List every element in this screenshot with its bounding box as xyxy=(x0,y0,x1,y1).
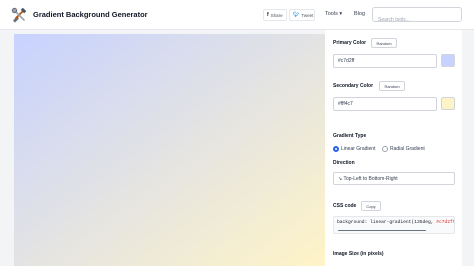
nav-tools-label: Tools xyxy=(325,11,338,17)
secondary-random-button[interactable]: Random xyxy=(379,81,405,91)
settings-panel: Primary Color Random #c7d2ff Secondary C… xyxy=(325,30,462,266)
gradient-preview xyxy=(14,34,325,266)
primary-color-label: Primary Color xyxy=(333,40,367,46)
app-title: Gradient Background Generator xyxy=(33,10,148,19)
secondary-color-swatch[interactable] xyxy=(441,97,455,110)
primary-color-swatch[interactable] xyxy=(441,54,455,67)
primary-color-input[interactable]: #c7d2ff xyxy=(333,54,437,68)
search-box xyxy=(372,7,462,27)
tweet-button[interactable]: 🐦︎ Tweet xyxy=(289,9,315,21)
twitter-icon: 🐦︎ xyxy=(293,12,300,18)
code-hex: #c7d2ff xyxy=(436,220,455,225)
share-label: Share xyxy=(270,12,283,18)
radio-unchecked-icon xyxy=(382,146,388,152)
primary-random-button[interactable]: Random xyxy=(371,38,397,48)
radio-linear-label: Linear Gradient xyxy=(341,146,376,152)
code-scrollbar[interactable] xyxy=(338,229,426,231)
secondary-color-input[interactable]: #fff4c7 xyxy=(333,97,437,111)
nav-blog-link[interactable]: Blog xyxy=(354,11,365,17)
gradient-type-label: Gradient Type xyxy=(333,133,367,139)
direction-select[interactable]: ↘ Top-Left to Bottom-Right xyxy=(333,172,455,185)
secondary-color-label: Secondary Color xyxy=(333,83,374,89)
radio-checked-icon xyxy=(333,146,339,152)
radio-radial-label: Radial Gradient xyxy=(390,146,425,152)
tools-logo-icon xyxy=(11,7,26,23)
copy-button[interactable]: Copy xyxy=(361,201,381,211)
top-bar: Gradient Background Generator f Share 🐦︎… xyxy=(0,0,474,30)
nav-tools-menu[interactable]: Tools ▾ xyxy=(325,11,342,17)
direction-label: Direction xyxy=(333,160,355,166)
share-button[interactable]: f Share xyxy=(263,9,287,21)
css-code-block[interactable]: background: linear-gradient(135deg, #c7d… xyxy=(333,216,455,234)
code-prefix: background: linear-gradient(135deg, xyxy=(337,220,437,225)
css-code-label: CSS code xyxy=(333,203,357,209)
radio-radial-gradient[interactable]: Radial Gradient xyxy=(382,146,425,152)
tweet-label: Tweet xyxy=(301,12,314,18)
radio-linear-gradient[interactable]: Linear Gradient xyxy=(333,146,375,152)
chevron-down-icon: ▾ xyxy=(339,11,343,17)
image-size-label: Image Size (in pixels) xyxy=(333,251,384,257)
search-input[interactable] xyxy=(373,13,461,27)
facebook-icon: f xyxy=(267,12,269,18)
